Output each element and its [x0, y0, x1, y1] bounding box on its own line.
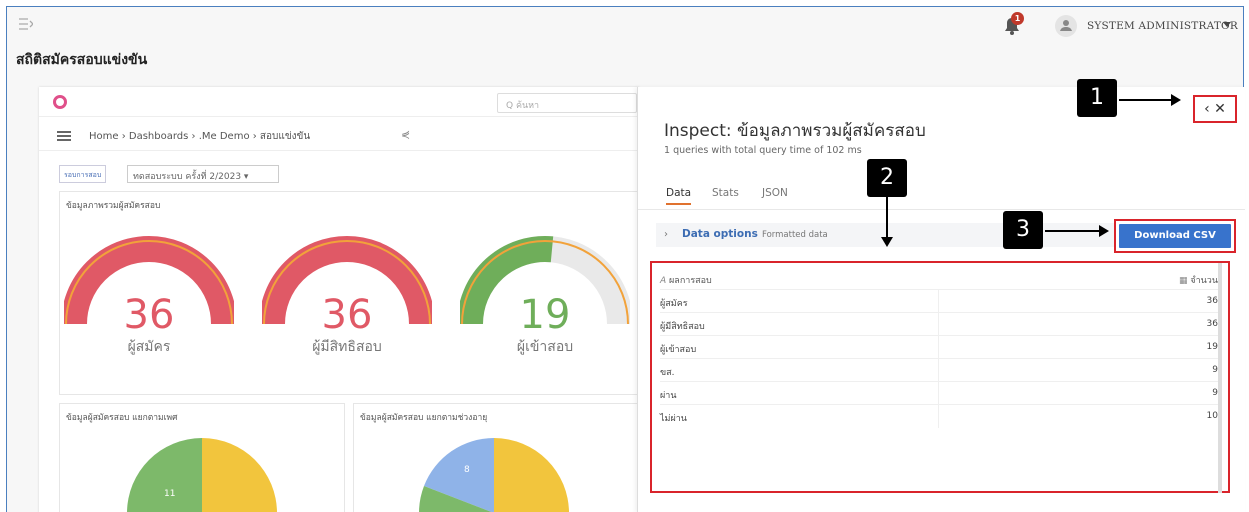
- table-row: ผ่าน 9: [660, 382, 1222, 405]
- gender-pie-label: 11: [164, 489, 175, 499]
- table-cell-name: ผู้สมัคร: [660, 299, 688, 309]
- data-options-toggle[interactable]: Data options: [682, 228, 758, 240]
- top-app-bar: 1 SYSTEM ADMINISTRATOR: [7, 7, 1243, 45]
- user-name[interactable]: SYSTEM ADMINISTRATOR: [1087, 20, 1238, 32]
- filter-label: รอบการสอบ: [59, 165, 107, 183]
- tab-stats[interactable]: Stats: [712, 187, 739, 199]
- download-csv-button[interactable]: Download CSV: [1119, 224, 1231, 248]
- share-icon[interactable]: ⋞: [401, 128, 410, 141]
- table-row: ผู้เข้าสอบ 19: [660, 336, 1222, 359]
- gender-panel-title: ข้อมูลผู้สมัครสอบ แยกตามเพศ: [66, 413, 178, 423]
- exam-round-select[interactable]: ทดสอบระบบ ครั้งที่ 2/2023 ▾: [127, 165, 279, 183]
- table-divider: [938, 382, 939, 404]
- callout-1-arrow: [1119, 94, 1181, 106]
- table-divider: [938, 405, 939, 428]
- table-cell-count: 36: [1206, 296, 1218, 306]
- col-count-header-label: จำนวน: [1190, 276, 1218, 286]
- formatted-data-label: Formatted data: [762, 230, 828, 240]
- download-csv-highlight: Download CSV: [1114, 219, 1236, 253]
- table-row: ผู้สมัคร 36: [660, 290, 1222, 313]
- callout-3: 3: [1003, 211, 1043, 249]
- age-panel-title: ข้อมูลผู้สมัครสอบ แยกตามช่วงอายุ: [360, 413, 488, 423]
- gauge-attendees: 19 ผู้เข้าสอบ: [460, 224, 630, 359]
- gender-panel: ข้อมูลผู้สมัครสอบ แยกตามเพศ 11: [59, 403, 345, 512]
- gauge-label: ผู้เข้าสอบ: [516, 339, 574, 355]
- gauge-value: 19: [519, 292, 571, 338]
- gauge-value: 36: [123, 292, 175, 338]
- app-frame: 1 SYSTEM ADMINISTRATOR สถิติสมัครสอบแข่ง…: [6, 6, 1245, 512]
- age-pie-label: 8: [464, 465, 470, 475]
- dashboard-search-input[interactable]: Q ค้นหา: [497, 93, 637, 113]
- inspect-title: Inspect: ข้อมูลภาพรวมผู้สมัครสอบ: [664, 121, 926, 141]
- dashboard-breadcrumb-bar: Home › Dashboards › .Me Demo › สอบแข่งขั…: [39, 117, 639, 151]
- table-cell-count: 36: [1206, 319, 1218, 329]
- notification-count-badge: 1: [1011, 12, 1024, 25]
- table-cell-count: 10: [1206, 411, 1218, 421]
- hamburger-menu-icon[interactable]: [57, 131, 71, 141]
- age-pie-chart: 8: [419, 438, 569, 512]
- table-cell-name: ผู้เข้าสอบ: [660, 345, 697, 355]
- inspect-drawer: ‹ ✕ Inspect: ข้อมูลภาพรวมผู้สมัครสอบ 1 q…: [637, 87, 1245, 512]
- table-cell-name: ไม่ผ่าน: [660, 414, 687, 424]
- table-divider: [938, 336, 939, 358]
- table-cell-name: ผ่าน: [660, 391, 677, 401]
- embedded-dashboard: Q ค้นหา Home › Dashboards › .Me Demo › ส…: [39, 87, 639, 512]
- dashboard-header: Q ค้นหา: [39, 87, 639, 117]
- tabs-divider: [638, 209, 1245, 210]
- table-divider: [938, 290, 939, 312]
- breadcrumb[interactable]: Home › Dashboards › .Me Demo › สอบแข่งขั…: [89, 129, 310, 144]
- overview-panel: ข้อมูลภาพรวมผู้สมัครสอบ 36 ผู้สมัคร 36 ผ…: [59, 191, 639, 395]
- user-avatar-icon[interactable]: [1055, 15, 1077, 37]
- data-table: A ผลการสอบ ▦ จำนวน ผู้สมัคร 36 ผู้มีสิทธิ…: [660, 267, 1222, 428]
- dashboard-filters: รอบการสอบ ทดสอบระบบ ครั้งที่ 2/2023 ▾: [39, 151, 639, 191]
- tab-data[interactable]: Data: [666, 187, 692, 205]
- gauge-label: ผู้มีสิทธิสอบ: [312, 339, 382, 355]
- app-logo-icon[interactable]: [53, 95, 67, 109]
- col-result-header[interactable]: A ผลการสอบ: [660, 273, 712, 287]
- menu-collapse-icon[interactable]: [19, 18, 35, 32]
- table-cell-name: ผู้มีสิทธิสอบ: [660, 322, 705, 332]
- notification-bell-icon[interactable]: 1: [1003, 12, 1024, 36]
- table-divider: [938, 313, 939, 335]
- table-row: ผู้มีสิทธิสอบ 36: [660, 313, 1222, 336]
- table-row: ขส. 9: [660, 359, 1222, 382]
- overview-panel-title: ข้อมูลภาพรวมผู้สมัครสอบ: [66, 201, 161, 211]
- gauge-applicants: 36 ผู้สมัคร: [64, 224, 234, 359]
- table-cell-count: 19: [1206, 342, 1218, 352]
- table-header-row: A ผลการสอบ ▦ จำนวน: [660, 267, 1222, 290]
- chevron-right-icon[interactable]: ›: [664, 229, 668, 240]
- callout-1: 1: [1077, 79, 1117, 117]
- callout-2: 2: [867, 159, 907, 197]
- drawer-nav-buttons[interactable]: ‹ ✕: [1193, 95, 1237, 123]
- tab-json[interactable]: JSON: [762, 187, 788, 199]
- table-row: ไม่ผ่าน 10: [660, 405, 1222, 428]
- table-divider: [938, 359, 939, 381]
- table-scrollbar[interactable]: [1218, 263, 1222, 493]
- inspect-subtitle: 1 queries with total query time of 102 m…: [664, 145, 862, 156]
- gauge-eligible: 36 ผู้มีสิทธิสอบ: [262, 224, 432, 359]
- callout-2-arrow: [881, 197, 893, 247]
- col-count-header[interactable]: ▦ จำนวน: [1179, 273, 1218, 287]
- user-menu-caret-icon[interactable]: [1223, 22, 1231, 27]
- gauge-label: ผู้สมัคร: [127, 339, 171, 355]
- age-panel: ข้อมูลผู้สมัครสอบ แยกตามช่วงอายุ 8: [353, 403, 639, 512]
- gender-pie-chart: 11: [127, 438, 277, 512]
- data-table-highlight: A ผลการสอบ ▦ จำนวน ผู้สมัคร 36 ผู้มีสิทธิ…: [650, 261, 1230, 493]
- gauge-value: 36: [321, 292, 373, 338]
- table-cell-name: ขส.: [660, 368, 675, 378]
- callout-3-arrow: [1045, 225, 1109, 237]
- page-title: สถิติสมัครสอบแข่งขัน: [16, 52, 148, 68]
- col-result-header-label: ผลการสอบ: [669, 276, 712, 286]
